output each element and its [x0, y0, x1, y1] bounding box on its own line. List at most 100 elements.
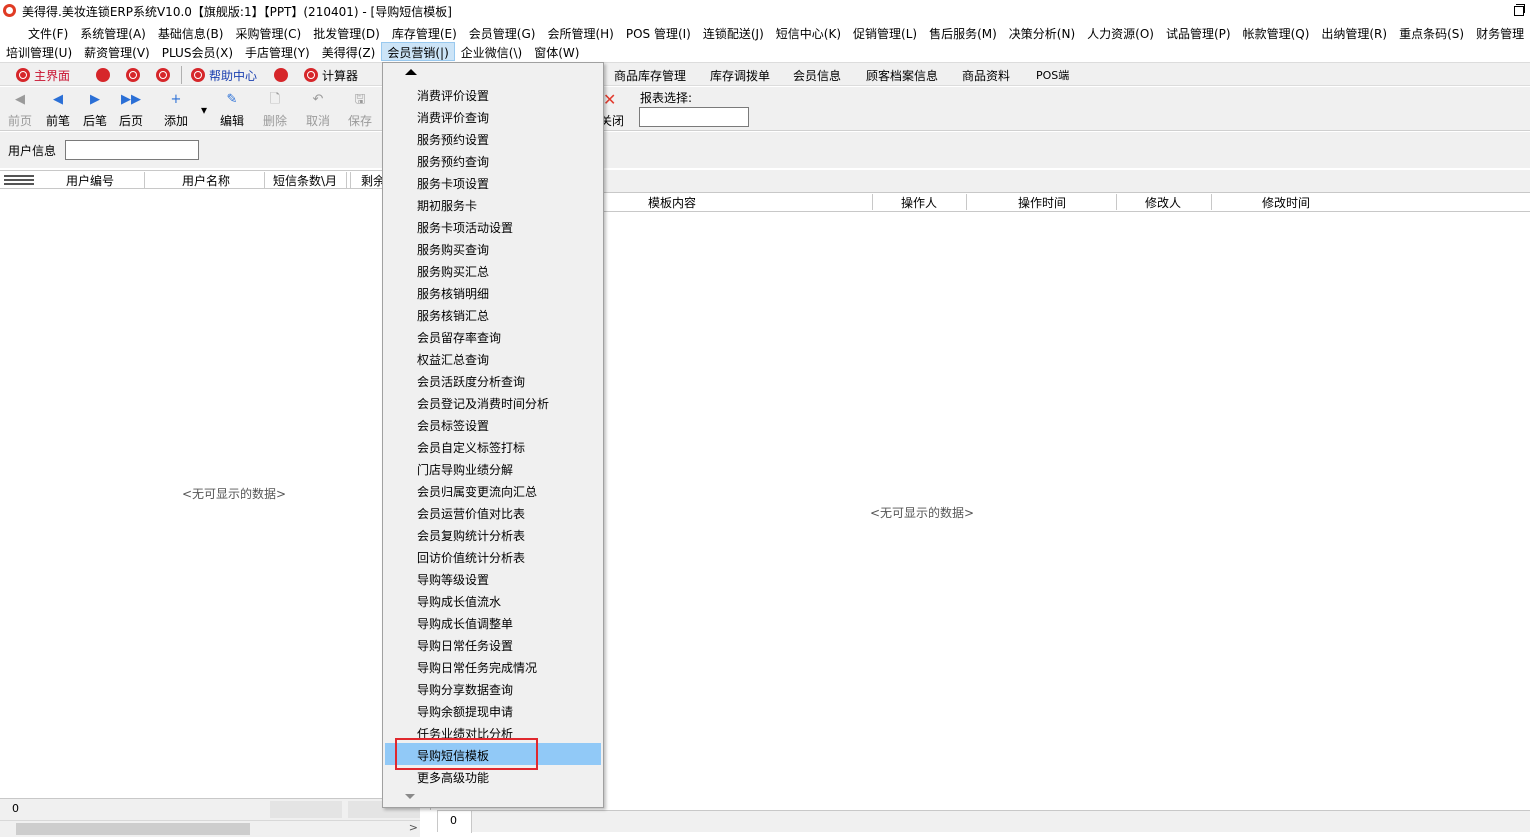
- menu-item[interactable]: 窗体(W): [528, 42, 585, 61]
- scroll-down-icon[interactable]: [405, 794, 415, 799]
- menu-item[interactable]: 系统管理(A): [74, 23, 152, 42]
- column-header[interactable]: 修改时间: [1262, 194, 1310, 211]
- dropdown-menu-item[interactable]: 服务卡项活动设置: [385, 215, 601, 237]
- report-select-input[interactable]: [639, 107, 749, 127]
- menu-item[interactable]: PLUS会员(X): [156, 42, 239, 61]
- menu-item[interactable]: 薪资管理(V): [78, 42, 156, 61]
- toolbar-button[interactable]: ↶ 取消: [300, 91, 336, 129]
- dropdown-menu-item[interactable]: 导购日常任务设置: [385, 633, 601, 655]
- window-title: 美得得.美妆连锁ERP系统V10.0【旗舰版:1】【PPT】(210401) -…: [22, 5, 452, 19]
- dropdown-menu-item[interactable]: 服务购买汇总: [385, 259, 601, 281]
- restore-window-icon[interactable]: [1510, 2, 1526, 18]
- menu-item[interactable]: 帐款管理(Q): [1237, 23, 1316, 42]
- menu-item[interactable]: 决策分析(N): [1003, 23, 1081, 42]
- chat-button[interactable]: [126, 67, 144, 83]
- column-header[interactable]: 修改人: [1145, 194, 1181, 211]
- scroll-up-icon[interactable]: [405, 69, 417, 75]
- dropdown-menu-item[interactable]: 门店导购业绩分解: [385, 457, 601, 479]
- menu-item[interactable]: 促销管理(L): [847, 23, 923, 42]
- column-header[interactable]: 模板内容: [648, 194, 696, 211]
- menu-item[interactable]: 连锁配送(J): [697, 23, 770, 42]
- window-tab[interactable]: POS端: [1036, 67, 1069, 83]
- dropdown-menu-item[interactable]: 导购分享数据查询: [385, 677, 601, 699]
- column-header[interactable]: 用户编号: [66, 172, 114, 189]
- dropdown-menu-item[interactable]: 导购成长值流水: [385, 589, 601, 611]
- scrollbar-thumb[interactable]: [16, 823, 250, 835]
- menu-item[interactable]: 试品管理(P): [1160, 23, 1237, 42]
- menu-item[interactable]: 售后服务(M): [923, 23, 1003, 42]
- toolbar-button[interactable]: + 添加: [158, 91, 194, 129]
- dropdown-menu-item[interactable]: 服务核销汇总: [385, 303, 601, 325]
- user-info-input[interactable]: [65, 140, 199, 160]
- window-tab[interactable]: 会员信息: [793, 67, 841, 84]
- dropdown-menu-item[interactable]: 会员登记及消费时间分析: [385, 391, 601, 413]
- menu-item[interactable]: 库存管理(E): [386, 23, 463, 42]
- lock-button[interactable]: [96, 67, 114, 83]
- dropdown-menu-item[interactable]: 消费评价查询: [385, 105, 601, 127]
- column-header[interactable]: 操作时间: [1018, 194, 1066, 211]
- menu-item[interactable]: 文件(F): [22, 23, 74, 42]
- toolbar-button[interactable]: ✎ 编辑: [214, 91, 250, 129]
- dropdown-menu-item[interactable]: 会员标签设置: [385, 413, 601, 435]
- menu-item[interactable]: 采购管理(C): [229, 23, 307, 42]
- dropdown-menu-item[interactable]: 导购日常任务完成情况: [385, 655, 601, 677]
- help-center-button[interactable]: 帮助中心: [191, 67, 257, 83]
- dropdown-menu-item[interactable]: 权益汇总查询: [385, 347, 601, 369]
- dropdown-menu-item[interactable]: 会员自定义标签打标: [385, 435, 601, 457]
- menu-item[interactable]: 重点条码(S): [1393, 23, 1470, 42]
- close-x-icon[interactable]: ✕: [603, 90, 616, 109]
- dropdown-menu-item[interactable]: 消费评价设置: [385, 83, 601, 105]
- menu-item[interactable]: 美得得(Z): [316, 42, 382, 61]
- dropdown-menu-item[interactable]: 回访价值统计分析表: [385, 545, 601, 567]
- menu-item[interactable]: POS 管理(I): [620, 23, 697, 42]
- window-tab[interactable]: 商品资料: [962, 67, 1010, 84]
- toolbar-button[interactable]: ▶▶ 后页: [113, 91, 149, 129]
- dropdown-menu-item[interactable]: 会员复购统计分析表: [385, 523, 601, 545]
- dropdown-menu-item[interactable]: 期初服务卡: [385, 193, 601, 215]
- toolbar-button[interactable]: 🖫 保存: [342, 91, 378, 129]
- menu-item[interactable]: 会员管理(G): [463, 23, 542, 42]
- dropdown-menu-item[interactable]: 导购成长值调整单: [385, 611, 601, 633]
- window-tab[interactable]: 顾客档案信息: [866, 67, 938, 84]
- toolbar-button[interactable]: 🗋 删除: [257, 91, 293, 129]
- menu-item[interactable]: 出纳管理(R): [1315, 23, 1393, 42]
- dropdown-menu-item[interactable]: 导购等级设置: [385, 567, 601, 589]
- left-record-count: 0: [12, 802, 19, 815]
- menu-item[interactable]: 基础信息(B): [152, 23, 230, 42]
- menu-item[interactable]: 财务管理: [1470, 23, 1530, 42]
- home-shortcut-button[interactable]: [274, 67, 292, 83]
- toolbar-button-label: 前笔: [45, 114, 70, 128]
- dropdown-menu-item[interactable]: 会员活跃度分析查询: [385, 369, 601, 391]
- window-tab[interactable]: 库存调拨单: [710, 67, 770, 84]
- left-horizontal-scrollbar[interactable]: >: [0, 820, 420, 837]
- column-header[interactable]: 用户名称: [182, 172, 230, 189]
- menu-item[interactable]: 批发管理(D): [307, 23, 386, 42]
- scroll-right-icon[interactable]: >: [409, 821, 418, 834]
- dropdown-menu-item[interactable]: 服务预约设置: [385, 127, 601, 149]
- menu-item[interactable]: 企业微信(\): [455, 42, 528, 61]
- dropdown-menu-item[interactable]: 服务预约查询: [385, 149, 601, 171]
- dropdown-menu-item[interactable]: 会员留存率查询: [385, 325, 601, 347]
- window-tab[interactable]: 商品库存管理: [614, 67, 686, 84]
- home-button[interactable]: 主界面: [16, 67, 70, 83]
- calculator-button[interactable]: 计算器: [304, 67, 358, 83]
- toolbar-button[interactable]: ◀ 前页: [2, 91, 38, 129]
- dropdown-menu-item[interactable]: 会员归属变更流向汇总: [385, 479, 601, 501]
- toolbar-button[interactable]: ▶ 后笔: [77, 91, 113, 129]
- dropdown-menu-item[interactable]: 导购余额提现申请: [385, 699, 601, 721]
- menu-item[interactable]: 人力资源(O): [1081, 23, 1160, 42]
- dropdown-menu-item[interactable]: 服务卡项设置: [385, 171, 601, 193]
- dropdown-menu-item[interactable]: 服务核销明细: [385, 281, 601, 303]
- menu-item-member-marketing[interactable]: 会员营销(|): [381, 42, 455, 61]
- menu-item[interactable]: 手店管理(Y): [239, 42, 316, 61]
- dropdown-menu-item[interactable]: 会员运营价值对比表: [385, 501, 601, 523]
- column-header[interactable]: 操作人: [901, 194, 937, 211]
- column-header[interactable]: 短信条数\月: [273, 172, 337, 189]
- menu-item[interactable]: 培训管理(U): [0, 42, 78, 61]
- toolbar-button[interactable]: ◀ 前笔: [40, 91, 76, 129]
- menu-item[interactable]: 短信中心(K): [770, 23, 847, 42]
- tip-button[interactable]: [156, 67, 174, 83]
- menu-item[interactable]: 会所管理(H): [541, 23, 619, 42]
- dropdown-menu-item[interactable]: 服务购买查询: [385, 237, 601, 259]
- column-chooser-icon[interactable]: [4, 175, 34, 185]
